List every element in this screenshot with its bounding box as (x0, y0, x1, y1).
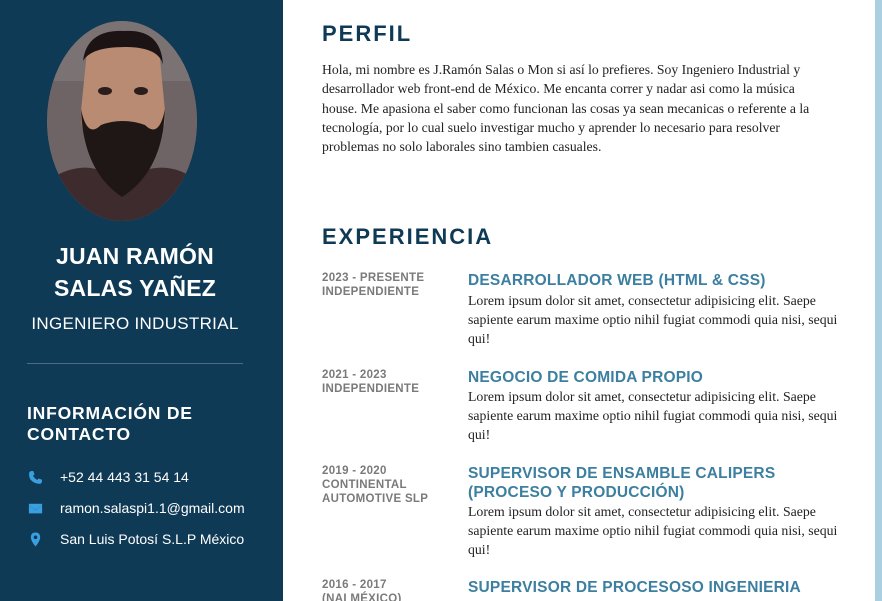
email-icon (27, 500, 43, 516)
experience-period: 2019 - 2020 (322, 465, 387, 477)
contact-location[interactable]: San Luis Potosí S.L.P México (27, 529, 244, 549)
experience-heading: EXPERIENCIA (322, 224, 494, 249)
experience-meta: 2021 - 2023 INDEPENDIENTE (322, 368, 462, 396)
name-line-2: SALAS YAÑEZ (54, 275, 216, 301)
experience-title: SUPERVISOR DE PROCESOSO INGENIERIA (468, 579, 801, 596)
experience-period: 2021 - 2023 (322, 369, 387, 381)
experience-period: 2023 - PRESENTE (322, 272, 425, 284)
contact-email[interactable]: ramon.salaspi1.1@gmail.com (27, 498, 245, 518)
experience-company: INDEPENDIENTE (322, 286, 420, 298)
sidebar-divider (27, 363, 243, 364)
contact-heading-line-2: CONTACTO (27, 424, 131, 444)
phone-icon (27, 469, 43, 485)
profile-photo-art (47, 21, 197, 221)
main-content: PERFIL Hola, mi nombre es J.Ramón Salas … (322, 0, 837, 601)
experience-company: CONTINENTAL AUTOMOTIVE SLP (322, 479, 429, 505)
experience-description: Lorem ipsum dolor sit amet, consectetur … (468, 504, 837, 557)
experience-meta: 2019 - 2020 CONTINENTAL AUTOMOTIVE SLP (322, 464, 462, 506)
contact-email-text: ramon.salaspi1.1@gmail.com (60, 500, 245, 516)
name-line-1: JUAN RAMÓN (56, 243, 214, 269)
person-name: JUAN RAMÓN SALAS YAÑEZ (0, 240, 270, 304)
profile-text: Hola, mi nombre es J.Ramón Salas o Mon s… (322, 62, 810, 155)
experience-company: INDEPENDIENTE (322, 383, 420, 395)
experience-meta: 2023 - PRESENTE INDEPENDIENTE (322, 271, 462, 299)
experience-meta: 2016 - 2017 (NAI MÉXICO) (322, 578, 462, 601)
location-icon (27, 531, 43, 547)
contact-phone[interactable]: +52 44 443 31 54 14 (27, 467, 189, 487)
resume-page: JUAN RAMÓN SALAS YAÑEZ INGENIERO INDUSTR… (0, 0, 875, 601)
experience-description: Lorem ipsum dolor sit amet, consectetur … (468, 389, 837, 442)
sidebar: JUAN RAMÓN SALAS YAÑEZ INGENIERO INDUSTR… (0, 0, 283, 601)
experience-title: SUPERVISOR DE ENSAMBLE CALIPERS (PROCESO… (468, 465, 776, 501)
contact-heading-line-1: INFORMACIÓN DE (27, 403, 193, 423)
profile-heading: PERFIL (322, 21, 413, 46)
contact-phone-text: +52 44 443 31 54 14 (60, 469, 189, 485)
experience-title: NEGOCIO DE COMIDA PROPIO (468, 369, 704, 386)
contact-location-text: San Luis Potosí S.L.P México (60, 531, 245, 547)
experience-period: 2016 - 2017 (322, 579, 387, 591)
person-role: INGENIERO INDUSTRIAL (31, 314, 239, 333)
experience-title: DESARROLLADOR WEB (HTML & CSS) (468, 272, 766, 289)
profile-photo (47, 21, 197, 221)
contact-heading: INFORMACIÓN DE CONTACTO (27, 403, 267, 445)
experience-description: Lorem ipsum dolor sit amet, consectetur … (468, 293, 837, 346)
experience-company: (NAI MÉXICO) (322, 593, 402, 601)
